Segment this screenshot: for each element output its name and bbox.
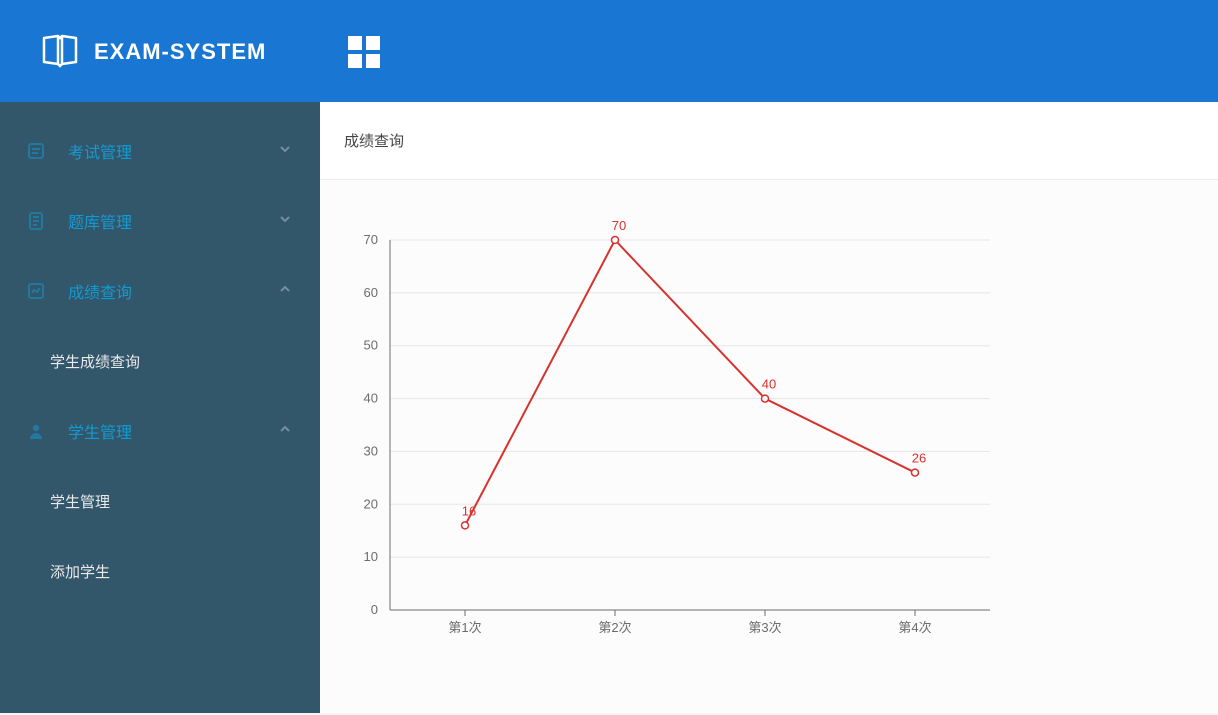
- app-header: EXAM-SYSTEM: [0, 2, 1218, 102]
- sidebar-item-label: 成绩查询: [68, 279, 278, 303]
- brand: EXAM-SYSTEM: [0, 2, 320, 102]
- svg-text:20: 20: [364, 496, 378, 511]
- svg-text:70: 70: [612, 218, 626, 233]
- layout: 考试管理 题库管理 成绩查询 学生成绩查询: [0, 102, 1218, 713]
- header-right: [320, 36, 1218, 68]
- brand-name: EXAM-SYSTEM: [94, 39, 266, 65]
- student-icon: [24, 419, 48, 443]
- bank-icon: [24, 209, 48, 233]
- apps-grid-icon[interactable]: [348, 36, 380, 68]
- svg-text:26: 26: [912, 451, 926, 466]
- sidebar: 考试管理 题库管理 成绩查询 学生成绩查询: [0, 102, 320, 713]
- sidebar-item-exam[interactable]: 考试管理: [0, 116, 320, 186]
- svg-text:30: 30: [364, 443, 378, 458]
- svg-text:第3次: 第3次: [748, 620, 781, 635]
- sidebar-subitem-student-manage[interactable]: 学生管理: [0, 466, 320, 536]
- sidebar-item-label: 考试管理: [68, 139, 278, 163]
- sidebar-item-label: 学生管理: [68, 419, 278, 443]
- chevron-up-icon: [278, 282, 296, 300]
- svg-text:第4次: 第4次: [898, 620, 931, 635]
- chevron-up-icon: [278, 422, 296, 440]
- sidebar-subitem-add-student[interactable]: 添加学生: [0, 536, 320, 606]
- sidebar-subitem-label: 学生管理: [50, 491, 110, 512]
- page-title: 成绩查询: [344, 130, 404, 151]
- book-open-icon: [40, 30, 80, 75]
- sidebar-item-score[interactable]: 成绩查询: [0, 256, 320, 326]
- sidebar-item-student[interactable]: 学生管理: [0, 396, 320, 466]
- chevron-down-icon: [278, 212, 296, 230]
- svg-text:第2次: 第2次: [598, 620, 631, 635]
- sidebar-subitem-label: 学生成绩查询: [50, 351, 140, 372]
- svg-text:16: 16: [462, 503, 476, 518]
- score-line-chart: 0 10 20 30 40 50 60 70 第1次 第2次 第3次 第4次 16 70 40 26: [330, 210, 1010, 650]
- main: 成绩查询 0 10 20 30 40 50 60 70 第1次 第2次 第3次 第4次 16 70 40 26: [320, 102, 1218, 713]
- sidebar-item-bank[interactable]: 题库管理: [0, 186, 320, 256]
- svg-text:40: 40: [364, 391, 378, 406]
- exam-icon: [24, 139, 48, 163]
- chevron-down-icon: [278, 142, 296, 160]
- svg-text:10: 10: [364, 549, 378, 564]
- svg-text:70: 70: [364, 232, 378, 247]
- sidebar-subitem-student-score[interactable]: 学生成绩查询: [0, 326, 320, 396]
- svg-text:50: 50: [364, 338, 378, 353]
- score-icon: [24, 279, 48, 303]
- sidebar-subitem-label: 添加学生: [50, 561, 110, 582]
- svg-text:0: 0: [371, 602, 378, 617]
- sidebar-item-label: 题库管理: [68, 209, 278, 233]
- chart-container: 0 10 20 30 40 50 60 70 第1次 第2次 第3次 第4次 16 70 40 26: [320, 180, 1218, 713]
- svg-text:40: 40: [762, 377, 776, 392]
- svg-text:第1次: 第1次: [448, 620, 481, 635]
- svg-text:60: 60: [364, 285, 378, 300]
- page-header: 成绩查询: [320, 102, 1218, 180]
